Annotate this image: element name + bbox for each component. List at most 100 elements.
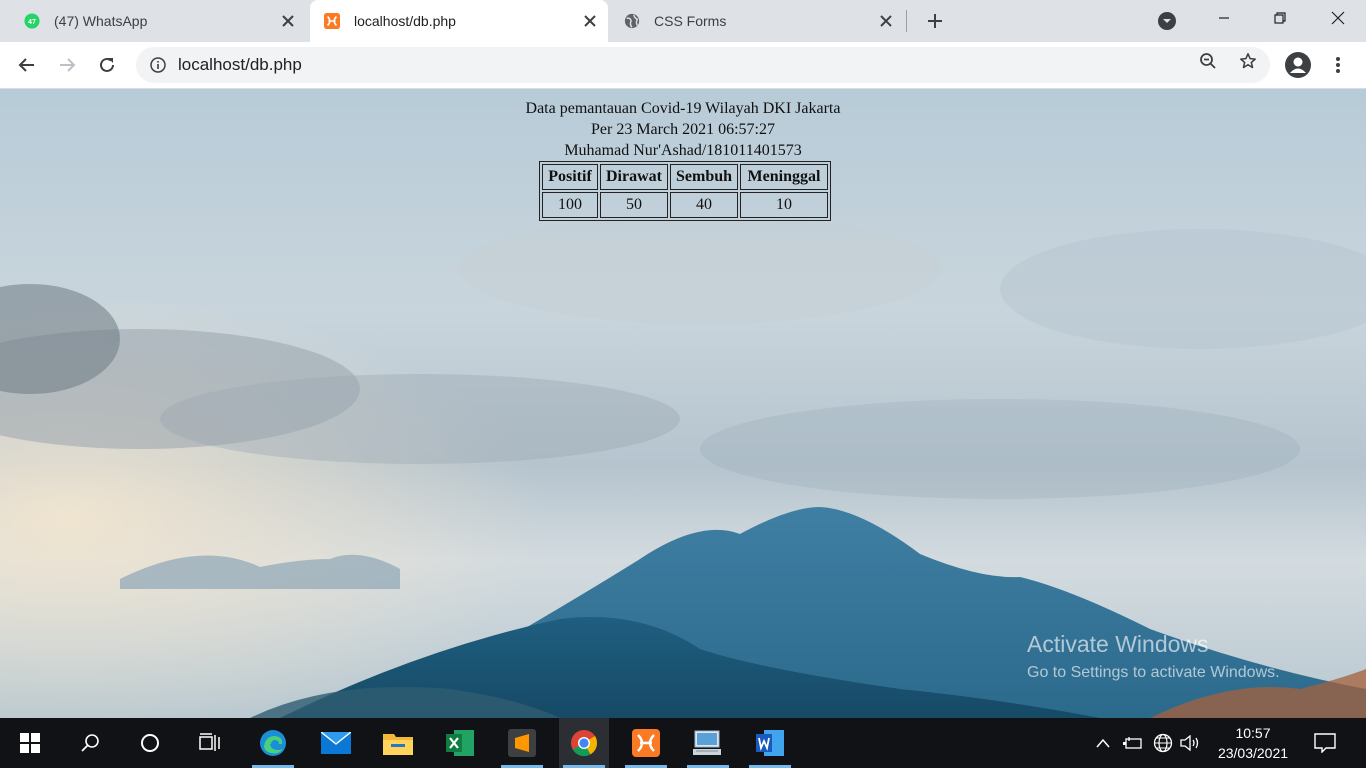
browser-toolbar: localhost/db.php [0, 42, 1366, 89]
address-bar[interactable]: localhost/db.php [136, 47, 1270, 83]
taskbar-mail[interactable] [311, 718, 361, 768]
notification-icon [1314, 733, 1336, 753]
tab-title: (47) WhatsApp [54, 13, 148, 29]
close-icon [1331, 11, 1345, 25]
excel-icon [446, 730, 474, 756]
taskbar-clock[interactable]: 10:57 23/03/2021 [1206, 723, 1300, 763]
volume-control[interactable] [1180, 733, 1202, 753]
xampp-icon [632, 729, 660, 757]
close-tab-icon[interactable] [278, 11, 298, 31]
battery-icon [1123, 737, 1142, 749]
mail-icon [321, 732, 351, 754]
zoom-out-icon[interactable] [1198, 51, 1218, 71]
info-icon[interactable] [149, 56, 167, 74]
chevron-down-icon [1158, 12, 1176, 30]
action-center-button[interactable] [1314, 733, 1336, 753]
tab-title: localhost/db.php [354, 13, 456, 29]
whatsapp-icon: 47 [24, 13, 40, 29]
tab-css-forms[interactable]: CSS Forms [610, 0, 904, 42]
globe-icon [1153, 733, 1173, 753]
cell-dirawat: 50 [600, 192, 668, 218]
search-button[interactable] [65, 718, 115, 768]
svg-text:47: 47 [28, 18, 36, 26]
speaker-icon [1180, 735, 1199, 751]
activate-windows-subtitle: Go to Settings to activate Windows. [1027, 664, 1280, 681]
folder-icon [383, 734, 413, 755]
cell-positif: 100 [542, 192, 598, 218]
taskbar-sublime-text[interactable] [497, 718, 547, 768]
cell-meninggal: 10 [740, 192, 828, 218]
clock-date: 23/03/2021 [1217, 745, 1289, 761]
covid-data-table: Positif Dirawat Sembuh Meninggal 100 50 … [539, 161, 831, 221]
battery-status[interactable] [1122, 733, 1144, 753]
sublime-text-icon [508, 729, 536, 757]
windows-logo-icon [20, 733, 40, 753]
taskbar-excel[interactable] [435, 718, 485, 768]
tab-localhost[interactable]: localhost/db.php [310, 0, 608, 42]
new-tab-button[interactable] [922, 8, 948, 34]
plus-icon [928, 14, 942, 28]
globe-icon [624, 13, 640, 29]
reload-button[interactable] [91, 49, 123, 81]
menu-button[interactable] [1322, 49, 1354, 81]
show-hidden-icons-button[interactable] [1092, 733, 1114, 753]
taskbar-edge[interactable] [248, 718, 298, 768]
chevron-up-icon [1096, 738, 1110, 748]
page-author: Muhamad Nur'Ashad/181011401573 [564, 142, 802, 159]
xampp-icon [324, 13, 340, 29]
back-button[interactable] [11, 49, 43, 81]
bookmark-star-icon[interactable] [1238, 51, 1258, 71]
activate-windows-title: Activate Windows [1027, 631, 1209, 657]
clock-time: 10:57 [1235, 725, 1271, 741]
taskbar-remote-desktop[interactable] [683, 718, 733, 768]
chrome-icon [571, 730, 598, 757]
url-text[interactable]: localhost/db.php [178, 55, 1270, 75]
task-view-icon [199, 733, 220, 751]
close-window-button[interactable] [1310, 0, 1366, 36]
page-timestamp: Per 23 March 2021 06:57:27 [591, 121, 775, 138]
network-status[interactable] [1152, 733, 1174, 753]
page-heading: Data pemantauan Covid-19 Wilayah DKI Jak… [525, 100, 841, 117]
start-button[interactable] [5, 718, 55, 768]
cortana-circle-icon [141, 734, 159, 752]
avatar-icon [1285, 52, 1311, 78]
close-tab-icon[interactable] [876, 11, 896, 31]
cell-sembuh: 40 [670, 192, 738, 218]
header-dirawat: Dirawat [600, 164, 668, 190]
screen: 47 (47) WhatsApp localhost/db.php CSS Fo… [0, 0, 1366, 768]
arrow-left-icon [18, 58, 34, 72]
windows-taskbar: 10:57 23/03/2021 [0, 718, 1366, 768]
tab-strip: 47 (47) WhatsApp localhost/db.php CSS Fo… [0, 0, 1366, 42]
restore-button[interactable] [1252, 0, 1308, 36]
forward-button[interactable] [51, 49, 83, 81]
minimize-button[interactable] [1196, 0, 1252, 36]
header-sembuh: Sembuh [670, 164, 738, 190]
taskbar-file-explorer[interactable] [373, 718, 423, 768]
minimize-icon [1219, 17, 1229, 19]
edge-icon [260, 730, 286, 756]
profile-button[interactable] [1282, 49, 1314, 81]
page-header-text: Data pemantauan Covid-19 Wilayah DKI Jak… [0, 98, 1366, 161]
tab-whatsapp[interactable]: 47 (47) WhatsApp [0, 0, 306, 42]
reload-icon [100, 57, 114, 72]
kebab-menu-icon [1336, 57, 1340, 73]
table-row: 100 50 40 10 [542, 192, 828, 218]
header-meninggal: Meninggal [740, 164, 828, 190]
word-icon [756, 730, 784, 756]
search-icon [81, 734, 99, 752]
page-content: Data pemantauan Covid-19 Wilayah DKI Jak… [0, 89, 1366, 718]
restore-icon [1274, 12, 1286, 24]
taskbar-xampp[interactable] [621, 718, 671, 768]
taskbar-word[interactable] [745, 718, 795, 768]
arrow-right-icon [60, 58, 76, 72]
tab-title: CSS Forms [654, 13, 727, 29]
table-header-row: Positif Dirawat Sembuh Meninggal [542, 164, 828, 190]
tab-separator [906, 10, 907, 32]
taskbar-chrome[interactable] [559, 718, 609, 768]
header-positif: Positif [542, 164, 598, 190]
computer-icon [693, 730, 721, 755]
tab-search-button[interactable] [1156, 10, 1178, 32]
cortana-button[interactable] [125, 718, 175, 768]
task-view-button[interactable] [185, 718, 235, 768]
close-tab-icon[interactable] [580, 11, 600, 31]
